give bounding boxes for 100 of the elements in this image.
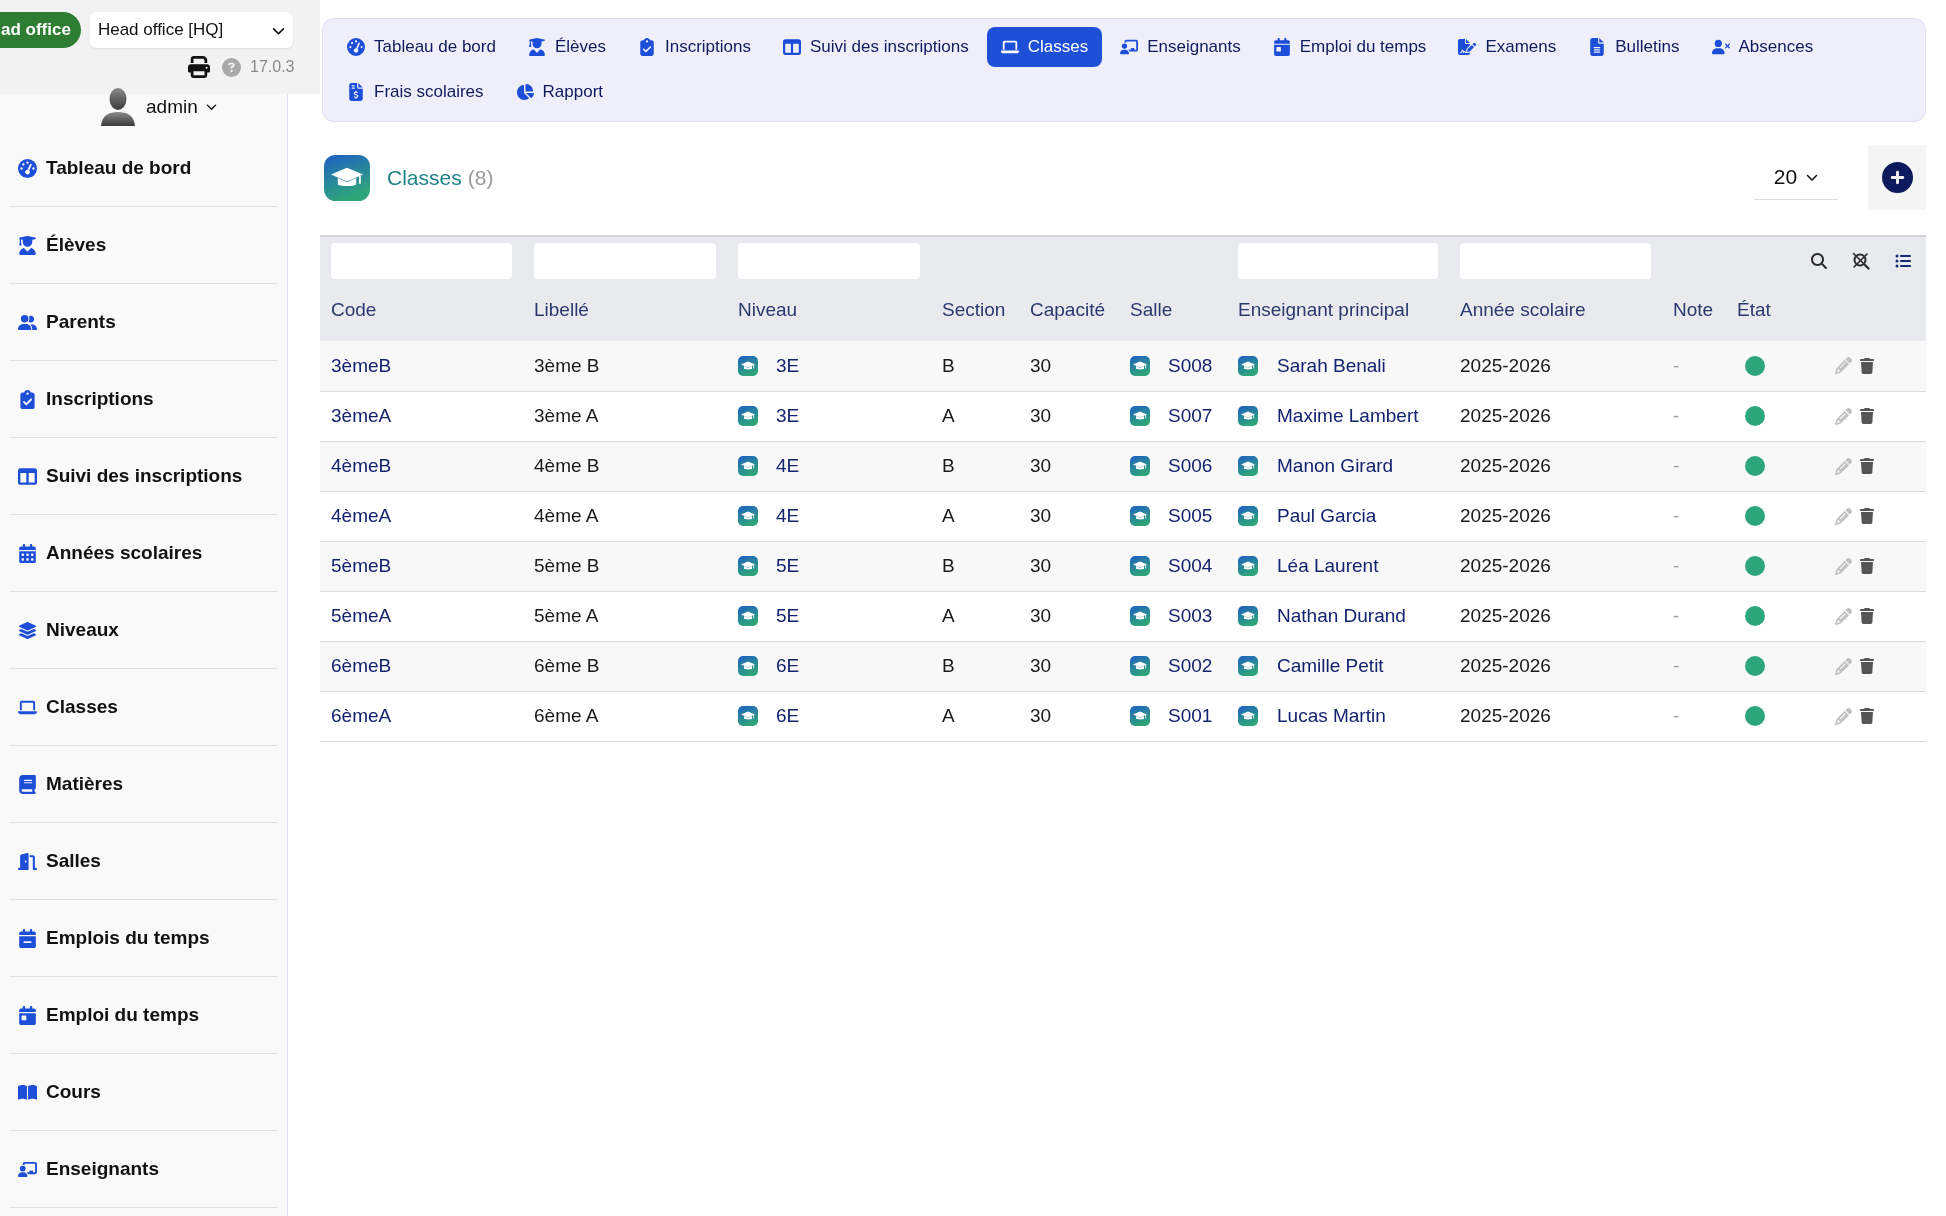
niveau-link[interactable]: 6E [776,651,800,681]
teacher-link[interactable]: Sarah Benali [1277,351,1386,380]
trash-icon[interactable] [1859,408,1875,424]
nav-tab[interactable]: Frais scolaires [333,72,498,112]
code-link[interactable]: 5èmeA [331,604,392,626]
pencil-icon[interactable] [1835,707,1852,725]
table-cell: 30 [1019,341,1119,391]
pencil-icon[interactable] [1835,657,1852,675]
pencil-icon[interactable] [1835,357,1852,375]
salle-link[interactable]: S007 [1168,401,1213,431]
code-link[interactable]: 6èmeA [331,704,392,726]
niveau-link[interactable]: 4E [776,501,800,531]
salle-link[interactable]: S001 [1168,701,1213,731]
nav-tab[interactable]: Examens [1444,27,1571,67]
salle-link[interactable]: S005 [1168,501,1213,531]
add-button[interactable] [1868,145,1926,210]
branch-select[interactable]: Head office [HQ] [89,12,293,48]
salle-link[interactable]: S002 [1168,651,1213,681]
trash-icon[interactable] [1859,508,1875,524]
niveau-link[interactable]: 4E [776,451,800,481]
code-link[interactable]: 4èmeA [331,504,392,526]
table-cell: 2025-2026 [1449,641,1662,691]
nav-tab[interactable]: Classes [986,27,1103,67]
trash-icon[interactable] [1859,458,1875,474]
salle-link[interactable]: S003 [1168,601,1213,631]
sidebar-item[interactable]: Niveaux [10,592,277,669]
nav-tab[interactable]: Suivi des inscriptions [768,27,983,67]
sidebar-item[interactable]: Parents [10,284,277,361]
teacher-link[interactable]: Manon Girard [1277,451,1394,481]
trash-icon[interactable] [1859,658,1875,674]
user-menu[interactable]: admin [100,86,217,126]
niveau-link[interactable]: 6E [776,701,800,731]
crossed-search-icon[interactable] [1852,251,1870,270]
graduation-cap-icon [1130,355,1150,376]
nav-tab[interactable]: Inscriptions [623,27,765,67]
teacher-link[interactable]: Nathan Durand [1277,601,1406,631]
pencil-icon[interactable] [1835,457,1852,475]
salle-link[interactable]: S008 [1168,351,1213,380]
sidebar-item[interactable]: Matières [10,746,277,823]
table-cell: 3ème A [523,391,727,441]
pencil-icon[interactable] [1835,507,1852,525]
list-icon[interactable] [1895,252,1911,269]
nav-tab[interactable]: Absences [1697,27,1828,67]
niveau-link[interactable]: 5E [776,601,800,631]
code-link[interactable]: 3èmeB [331,354,392,376]
sidebar-item[interactable]: Enseignants [10,1131,277,1208]
trash-icon[interactable] [1859,558,1875,574]
sidebar-item[interactable]: Cours [10,1054,277,1131]
page-size-select[interactable]: 20 [1754,155,1838,200]
columns-icon [18,466,37,486]
trash-icon[interactable] [1859,357,1875,374]
branch-badge[interactable]: ad office [0,12,81,48]
sidebar-item[interactable]: Salles [10,823,277,900]
pencil-icon[interactable] [1835,407,1852,425]
pencil-icon[interactable] [1835,557,1852,575]
pencil-icon[interactable] [1835,607,1852,625]
teacher-link[interactable]: Léa Laurent [1277,551,1379,581]
teacher-link[interactable]: Maxime Lambert [1277,401,1419,431]
record-count: (8) [467,164,494,191]
sidebar-item[interactable]: Emplois du temps [10,900,277,977]
table-cell: 2025-2026 [1449,391,1662,441]
printer-icon[interactable] [188,56,210,78]
code-link[interactable]: 5èmeB [331,554,392,576]
teacher-link[interactable]: Camille Petit [1277,651,1384,681]
salle-link[interactable]: S004 [1168,551,1213,581]
salle-link[interactable]: S006 [1168,451,1213,481]
code-link[interactable]: 6èmeB [331,654,392,676]
document-icon [1588,38,1607,56]
nav-tab[interactable]: Bulletins [1574,27,1694,67]
niveau-link[interactable]: 3E [776,351,800,380]
sidebar-item[interactable]: Suivi des inscriptions [10,438,277,515]
sidebar-item[interactable]: Classes [10,669,277,746]
sidebar-item[interactable]: Années scolaires [10,515,277,592]
nav-tab[interactable]: Enseignants [1106,27,1255,67]
teacher-link[interactable]: Paul Garcia [1277,501,1377,531]
pie-chart-icon [515,83,534,101]
gauge-icon [18,158,37,178]
teacher-link[interactable]: Lucas Martin [1277,701,1386,731]
code-link[interactable]: 4èmeB [331,454,392,476]
calendar-icon [1272,38,1291,56]
nav-tab[interactable]: Tableau de bord [333,27,510,67]
trash-icon[interactable] [1859,708,1875,724]
niveau-link[interactable]: 5E [776,551,800,581]
nav-tab[interactable]: Rapport [501,72,618,112]
niveau-link[interactable]: 3E [776,401,800,431]
graduation-cap-icon [1238,355,1258,376]
graduation-cap-icon [1238,456,1258,476]
sidebar-item[interactable]: Emploi du temps [10,977,277,1054]
graduation-cap-icon [1130,506,1150,526]
search-icon[interactable] [1811,252,1827,269]
help-icon[interactable] [222,57,241,77]
graduation-cap-icon [738,506,758,526]
sidebar-item[interactable]: Tableau de bord [10,130,277,207]
trash-icon[interactable] [1859,608,1875,624]
sidebar-item[interactable]: Inscriptions [10,361,277,438]
code-link[interactable]: 3èmeA [331,404,392,426]
sidebar-item[interactable]: Élèves [10,207,277,284]
nav-tab[interactable]: Emploi du temps [1258,27,1441,67]
nav-tab[interactable]: Élèves [513,27,620,67]
file-pen-icon [1458,38,1477,56]
